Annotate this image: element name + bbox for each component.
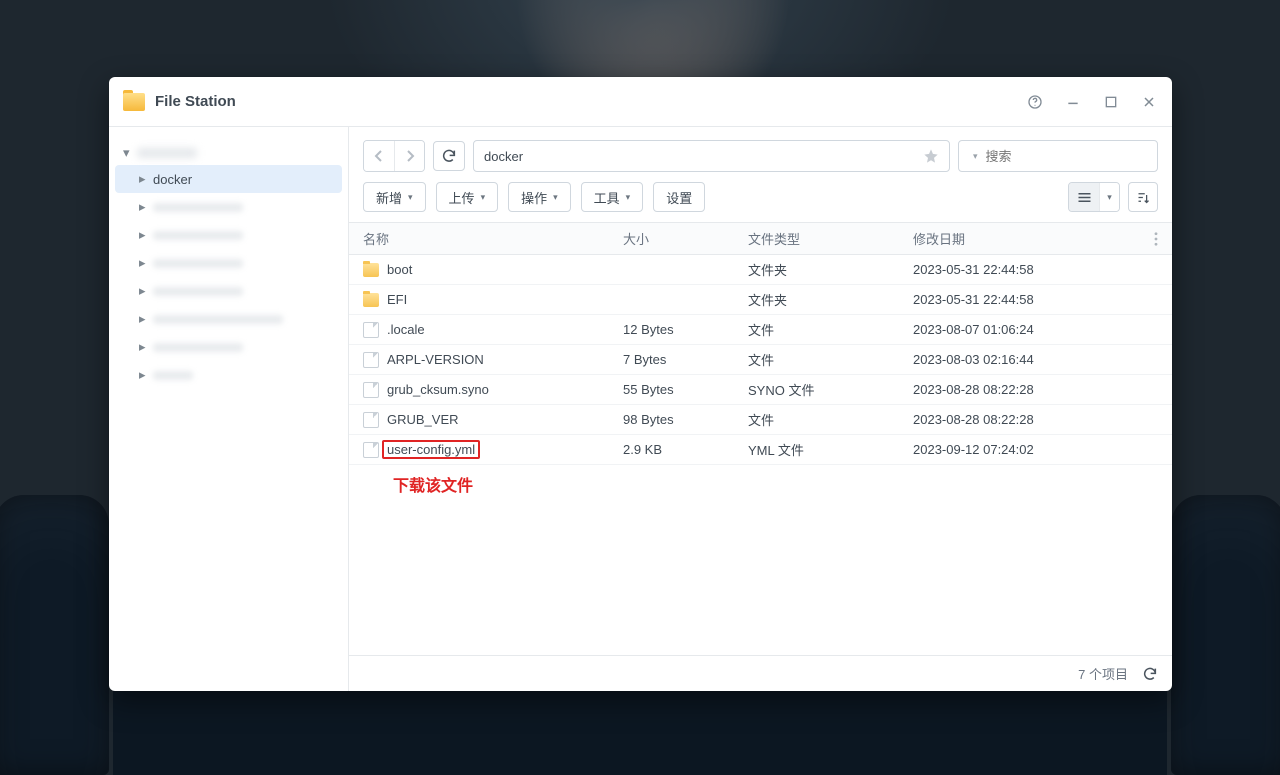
- folder-icon: [363, 263, 379, 277]
- column-header-size[interactable]: 大小: [623, 229, 748, 248]
- file-date: 2023-05-31 22:44:58: [913, 262, 1158, 277]
- path-text: docker: [484, 149, 923, 164]
- action-button[interactable]: 操作▾: [508, 182, 571, 212]
- file-icon: [363, 382, 379, 398]
- list-view-icon[interactable]: [1069, 183, 1099, 211]
- close-icon[interactable]: [1140, 93, 1158, 111]
- maximize-icon[interactable]: [1102, 93, 1120, 111]
- table-row[interactable]: GRUB_VER 98 Bytes文件2023-08-28 08:22:28: [349, 405, 1172, 435]
- view-mode-dropdown-icon[interactable]: ▾: [1099, 183, 1119, 211]
- tool-button[interactable]: 工具▾: [581, 182, 644, 212]
- file-type: 文件: [748, 320, 913, 339]
- file-type: 文件: [748, 350, 913, 369]
- window-titlebar[interactable]: File Station: [109, 77, 1172, 127]
- file-size: 2.9 KB: [623, 442, 748, 457]
- file-type: 文件: [748, 410, 913, 429]
- help-icon[interactable]: [1026, 93, 1044, 111]
- upload-button[interactable]: 上传▾: [436, 182, 499, 212]
- column-options-icon[interactable]: [1154, 232, 1158, 246]
- item-count: 7 个项目: [1078, 664, 1128, 683]
- caret-down-icon: ▾: [123, 145, 133, 161]
- download-annotation: 下载该文件: [393, 472, 473, 496]
- sidebar-item-label: docker: [153, 172, 192, 187]
- file-date: 2023-08-07 01:06:24: [913, 322, 1158, 337]
- search-field[interactable]: [984, 148, 1164, 165]
- nav-segment: [363, 140, 425, 172]
- file-date: 2023-08-03 02:16:44: [913, 352, 1158, 367]
- file-size: 98 Bytes: [623, 412, 748, 427]
- file-icon: [363, 412, 379, 428]
- table-row[interactable]: boot 文件夹2023-05-31 22:44:58: [349, 255, 1172, 285]
- app-folder-icon: [123, 93, 145, 111]
- sidebar-item[interactable]: ▸: [115, 277, 342, 305]
- sidebar[interactable]: ▾ ▸ docker ▸ ▸ ▸ ▸ ▸ ▸ ▸: [109, 127, 349, 691]
- main-panel: docker ▾ 新增▾ 上传▾: [349, 127, 1172, 691]
- refresh-button[interactable]: [433, 141, 465, 171]
- sidebar-root[interactable]: ▾: [115, 141, 342, 165]
- table-row[interactable]: .locale 12 Bytes文件2023-08-07 01:06:24: [349, 315, 1172, 345]
- folder-icon: [363, 293, 379, 307]
- path-input[interactable]: docker: [473, 140, 950, 172]
- file-icon: [363, 442, 379, 458]
- file-rows[interactable]: boot 文件夹2023-05-31 22:44:58 EFI 文件夹2023-05-…: [349, 255, 1172, 655]
- file-size: 55 Bytes: [623, 382, 748, 397]
- nav-back-button[interactable]: [364, 141, 394, 171]
- file-type: 文件夹: [748, 290, 913, 309]
- sidebar-item[interactable]: ▸: [115, 221, 342, 249]
- file-type: YML 文件: [748, 440, 913, 459]
- desktop-background: File Station ▾: [0, 0, 1280, 775]
- file-date: 2023-09-12 07:24:02: [913, 442, 1158, 457]
- sidebar-item[interactable]: ▸: [115, 249, 342, 277]
- nav-forward-button[interactable]: [394, 141, 424, 171]
- table-row[interactable]: user-config.yml 2.9 KBYML 文件2023-09-12 07…: [349, 435, 1172, 465]
- settings-button[interactable]: 设置: [653, 182, 705, 212]
- file-icon: [363, 352, 379, 368]
- file-name: grub_cksum.syno: [387, 382, 489, 397]
- toolbar: docker ▾ 新增▾ 上传▾: [349, 127, 1172, 222]
- file-type: 文件夹: [748, 260, 913, 279]
- file-name: ARPL-VERSION: [387, 352, 484, 367]
- file-grid: 名称 大小 文件类型 修改日期 boot 文件夹2023-05-31 22:44:…: [349, 222, 1172, 655]
- file-station-window: File Station ▾: [109, 77, 1172, 691]
- grid-header: 名称 大小 文件类型 修改日期: [349, 223, 1172, 255]
- file-date: 2023-08-28 08:22:28: [913, 382, 1158, 397]
- file-name: boot: [387, 262, 412, 277]
- column-header-name[interactable]: 名称: [363, 229, 623, 248]
- sidebar-item[interactable]: ▸: [115, 305, 342, 333]
- file-name: .locale: [387, 322, 425, 337]
- file-name: user-config.yml: [382, 440, 480, 459]
- file-size: 7 Bytes: [623, 352, 748, 367]
- sidebar-item[interactable]: ▸: [115, 361, 342, 389]
- table-row[interactable]: grub_cksum.syno 55 BytesSYNO 文件2023-08-28…: [349, 375, 1172, 405]
- sidebar-item-docker[interactable]: ▸ docker: [115, 165, 342, 193]
- status-refresh-icon[interactable]: [1142, 666, 1158, 682]
- caret-right-icon: ▸: [139, 171, 149, 187]
- favorite-star-icon[interactable]: [923, 148, 939, 164]
- file-date: 2023-05-31 22:44:58: [913, 292, 1158, 307]
- table-row[interactable]: ARPL-VERSION 7 Bytes文件2023-08-03 02:16:44: [349, 345, 1172, 375]
- sidebar-item[interactable]: ▸: [115, 193, 342, 221]
- table-row[interactable]: EFI 文件夹2023-05-31 22:44:58: [349, 285, 1172, 315]
- view-mode-segment: ▾: [1068, 182, 1120, 212]
- column-header-date[interactable]: 修改日期: [913, 229, 1154, 248]
- file-name: EFI: [387, 292, 407, 307]
- file-date: 2023-08-28 08:22:28: [913, 412, 1158, 427]
- search-scope-dropdown-icon[interactable]: ▾: [973, 151, 978, 162]
- file-type: SYNO 文件: [748, 380, 913, 399]
- status-bar: 7 个项目: [349, 655, 1172, 691]
- file-icon: [363, 322, 379, 338]
- new-button[interactable]: 新增▾: [363, 182, 426, 212]
- minimize-icon[interactable]: [1064, 93, 1082, 111]
- sort-button[interactable]: [1128, 182, 1158, 212]
- sidebar-item[interactable]: ▸: [115, 333, 342, 361]
- file-name: GRUB_VER: [387, 412, 459, 427]
- file-size: 12 Bytes: [623, 322, 748, 337]
- search-input[interactable]: ▾: [958, 140, 1158, 172]
- window-title: File Station: [155, 93, 236, 110]
- sidebar-root-label: [137, 148, 197, 158]
- column-header-type[interactable]: 文件类型: [748, 229, 913, 248]
